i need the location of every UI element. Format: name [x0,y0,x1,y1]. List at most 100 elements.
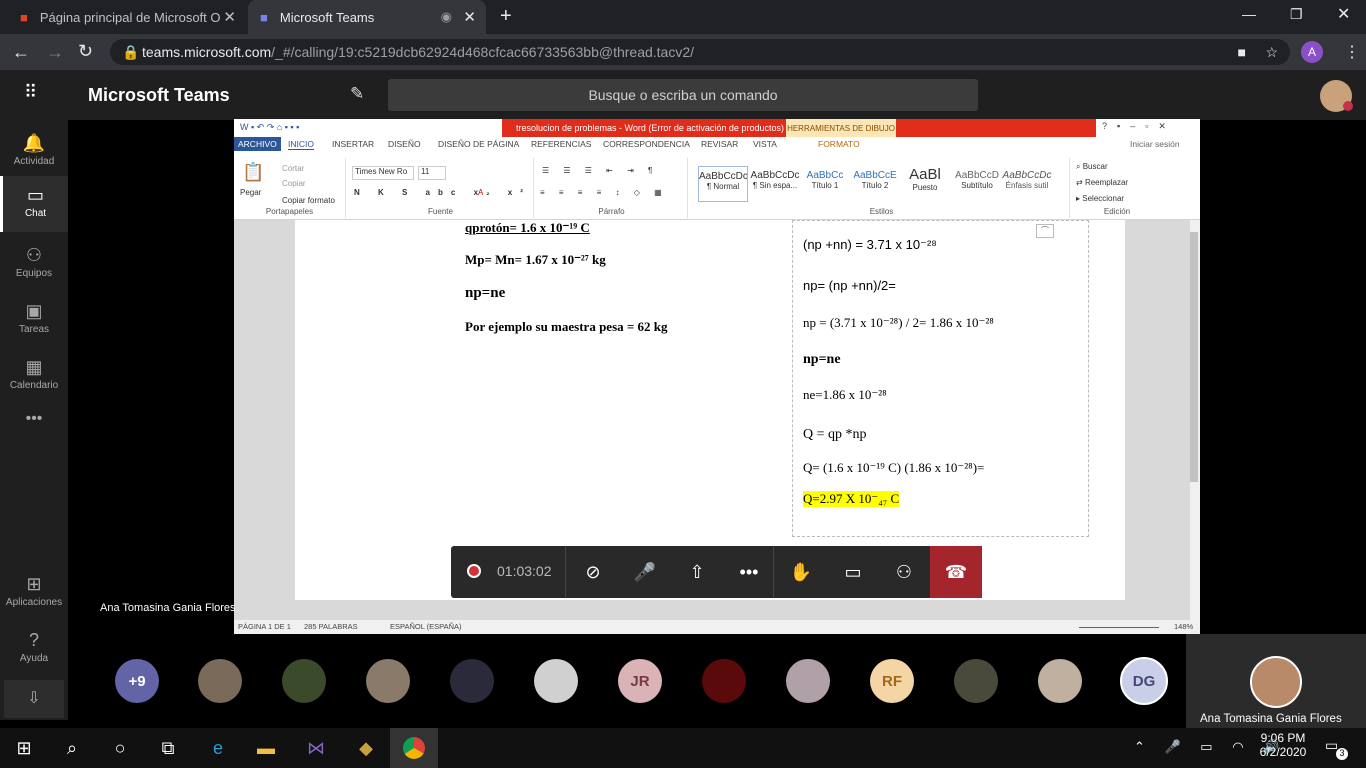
vertical-scrollbar[interactable] [1190,220,1200,620]
avatar[interactable] [534,659,578,703]
select-button[interactable]: ▸ Seleccionar [1076,194,1124,203]
rail-item-tasks[interactable]: ▣ Tareas [0,292,68,348]
reload-icon[interactable]: ↻ [78,41,93,62]
style-subtitulo[interactable]: AaBbCcD Subtítulo [952,166,1002,202]
avatar[interactable] [198,659,242,703]
signin-link[interactable]: Iniciar sesión [1130,139,1180,149]
tab-office-home[interactable]: ■ Página principal de Microsoft Offi ✕ [8,0,246,34]
hang-up-button[interactable]: ☎ [930,546,982,598]
language-indicator[interactable]: ESPAÑOL (ESPAÑA) [390,622,462,631]
avatar[interactable] [450,659,494,703]
bookmark-star-icon[interactable]: ☆ [1265,44,1278,61]
back-icon[interactable]: ← [12,42,30,63]
restore-icon[interactable]: ❐ [1290,6,1303,23]
chrome-icon[interactable] [390,728,438,768]
rail-item-activity[interactable]: 🔔 Actividad [0,124,68,180]
close-window-icon[interactable]: ✕ [1337,4,1350,24]
font-size-select[interactable]: 11 [418,166,446,180]
avatar[interactable] [702,659,746,703]
scroll-thumb[interactable] [1190,232,1198,482]
copy-button[interactable]: Copiar [282,179,306,188]
rail-item-help[interactable]: ? Ayuda [0,621,68,677]
text-box[interactable]: (np +nn) = 3.71 x 10⁻²⁸ np= (np +nn)/2= … [792,220,1089,537]
avatar[interactable] [954,659,998,703]
style-titulo1[interactable]: AaBbCc Título 1 [800,166,850,202]
tab-referencias[interactable]: REFERENCIAS [531,139,591,149]
tab-formato[interactable]: FORMATO [818,139,860,149]
avatar[interactable] [786,659,830,703]
forward-icon[interactable]: → [46,42,64,63]
search-icon[interactable]: ⌕ [48,728,96,768]
cortana-icon[interactable]: ○ [96,728,144,768]
tab-archivo[interactable]: ARCHIVO [234,137,281,151]
word-count[interactable]: 285 PALABRAS [304,622,358,631]
minimize-icon[interactable]: — [1242,6,1256,22]
tab-vista[interactable]: VISTA [753,139,777,149]
style-sin-espaciado[interactable]: AaBbCcDc ¶ Sin espa... [750,166,800,202]
rail-item-more[interactable]: ••• [0,410,68,466]
close-tab-icon[interactable]: ✕ [463,8,476,26]
style-puesto[interactable]: AaBl Puesto [900,166,950,202]
search-input[interactable]: Busque o escriba un comando [388,79,978,111]
zoom-slider[interactable] [1079,627,1159,628]
tab-insertar[interactable]: INSERTAR [332,139,374,149]
style-titulo2[interactable]: AaBbCcE Título 2 [850,166,900,202]
windows-start-icon[interactable]: ⊞ [0,728,48,768]
paste-button[interactable]: Pegar [240,188,261,197]
find-button[interactable]: ⌕ Buscar [1076,162,1108,172]
rail-item-calendar[interactable]: ▦ Calendario [0,348,68,404]
list-icons[interactable]: ☰ ☰ ☰ ⇤ ⇥ ¶ [542,166,658,175]
tab-teams[interactable]: ■ Microsoft Teams ◉ ✕ [248,0,486,34]
close-tab-icon[interactable]: ✕ [223,8,236,26]
page-count[interactable]: PÁGINA 1 DE 1 [238,622,291,631]
document-page[interactable]: qprotón= 1.6 x 10⁻¹⁹ C Mp= Mn= 1.67 x 10… [295,220,1125,600]
rail-item-apps[interactable]: ⊞ Aplicaciones [0,565,68,621]
layout-options-icon[interactable]: ⌒ [1036,224,1054,238]
style-enfasis-sutil[interactable]: AaBbCcDc Énfasis sutil [1002,166,1052,202]
avatar[interactable] [1038,659,1082,703]
profile-avatar[interactable]: A [1301,41,1323,63]
mic-off-icon[interactable]: 🎤 [619,546,671,598]
menu-kebab-icon[interactable]: ⋮ [1344,42,1360,62]
participants-icon[interactable]: ⚇ [878,546,930,598]
tab-diseno-pagina[interactable]: DISEÑO DE PÁGINA [438,139,519,149]
address-bar[interactable]: 🔒 teams.microsoft.com/_#/calling/19:c521… [110,39,1290,65]
format-painter-button[interactable]: Copiar formato [282,196,335,205]
more-actions-icon[interactable]: ••• [723,546,775,598]
share-screen-icon[interactable]: ⇧ [671,546,723,598]
format-buttons[interactable]: N K S abc x₂ x² [354,188,531,197]
raise-hand-icon[interactable]: ✋ [775,546,827,598]
font-name-select[interactable]: Times New Ro [352,166,414,180]
avatar[interactable] [366,659,410,703]
league-icon[interactable]: ◆ [342,728,390,768]
tab-revisar[interactable]: REVISAR [701,139,738,149]
task-view-icon[interactable]: ⧉ [144,728,192,768]
app-launcher-icon[interactable]: ⠿ [24,82,37,103]
avatar-dg[interactable]: DG [1120,657,1168,705]
new-tab-button[interactable]: + [500,5,512,28]
zoom-level[interactable]: 148% [1174,622,1193,631]
avatar[interactable] [282,659,326,703]
edge-icon[interactable]: e [194,728,242,768]
meeting-chat-icon[interactable]: ▭ [827,546,879,598]
file-explorer-icon[interactable]: ▬ [242,728,290,768]
tab-correspondencia[interactable]: CORRESPONDENCIA [603,139,690,149]
download-icon[interactable]: ⇩ [4,680,64,718]
compose-icon[interactable]: ✎ [350,84,364,104]
rail-item-teams[interactable]: ⚇ Equipos [0,236,68,292]
paste-icon[interactable]: 📋 [242,162,264,183]
camera-off-icon[interactable]: ⊘ [567,546,619,598]
window-controls[interactable]: ?▪–▫✕ [1102,121,1176,132]
clock[interactable]: 9:06 PM 6/2/2020 [1258,731,1308,759]
visual-studio-icon[interactable]: ⋈ [292,728,340,768]
cut-button[interactable]: Cortar [282,164,304,173]
font-color-icon[interactable]: A [478,188,483,197]
align-icons[interactable]: ≡ ≡ ≡ ≡ ↕ ◇ ▦ [540,188,668,197]
rail-item-chat[interactable]: ▭ Chat [0,176,68,232]
tab-inicio[interactable]: INICIO [288,139,314,150]
style-normal[interactable]: AaBbCcDc ¶ Normal [698,166,748,202]
avatar-jr[interactable]: JR [618,659,662,703]
audio-playing-icon[interactable]: ◉ [441,9,452,25]
camera-icon[interactable]: ■ [1238,44,1246,60]
overflow-participants[interactable]: +9 [115,659,159,703]
